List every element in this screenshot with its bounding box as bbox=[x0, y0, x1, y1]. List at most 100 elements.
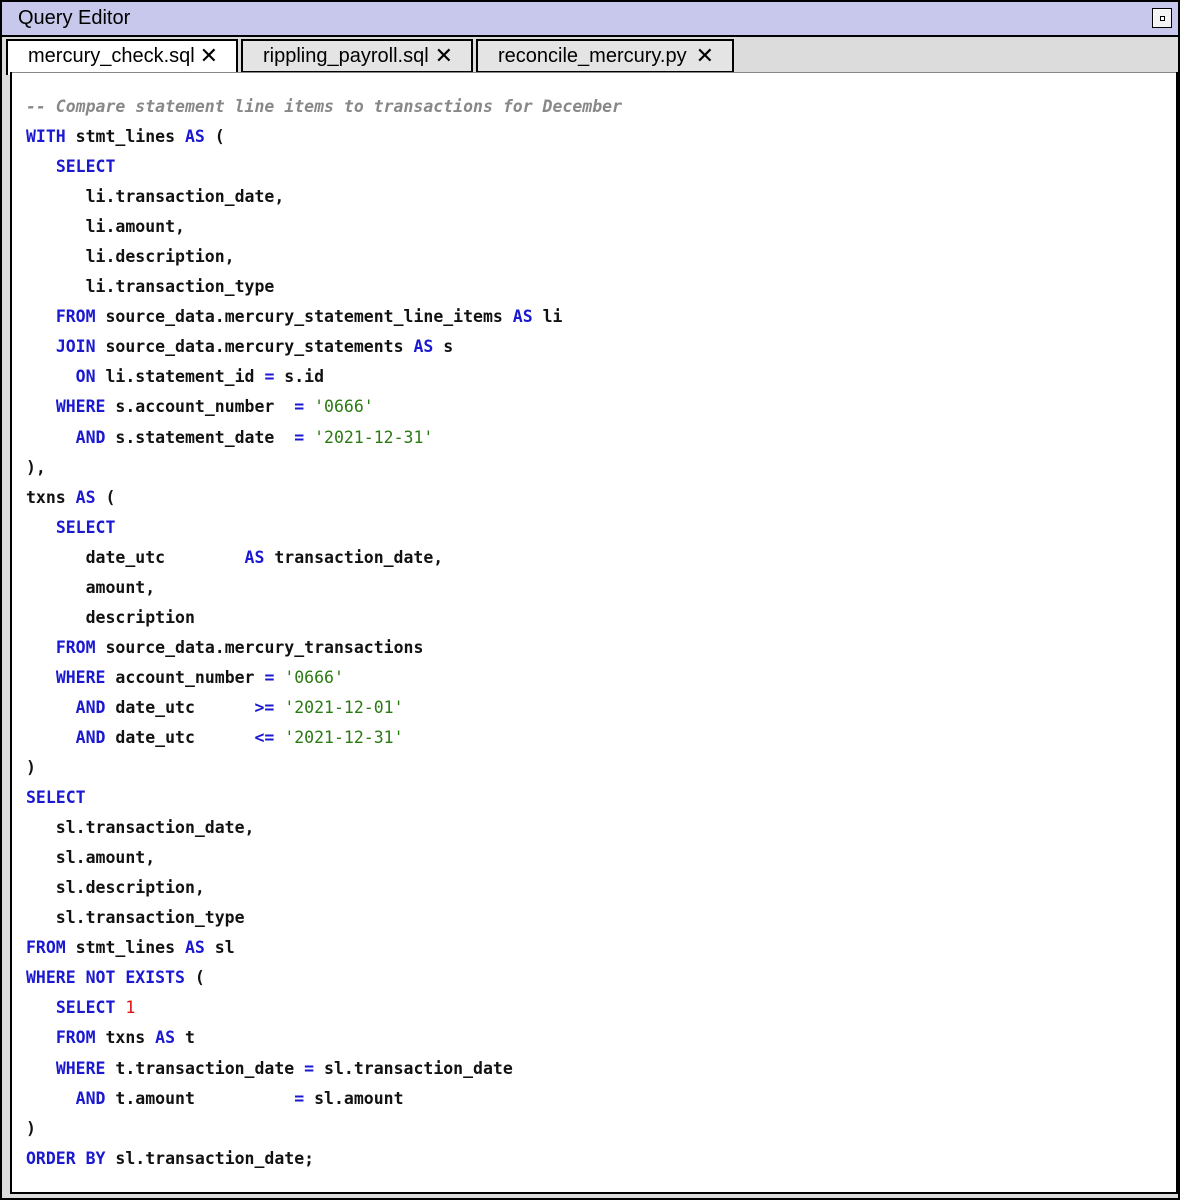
code-token: ) bbox=[26, 758, 36, 778]
code-token: '2021-12-31' bbox=[284, 727, 404, 747]
tab-reconcile-mercury[interactable]: reconcile_mercury.py ✕ bbox=[476, 39, 734, 73]
code-token: li bbox=[532, 307, 563, 327]
code-token: = bbox=[264, 367, 275, 387]
code-line: WHERE t.transaction_date = sl.transactio… bbox=[26, 1054, 1166, 1084]
tab-label: mercury_check.sql bbox=[28, 45, 195, 67]
code-token: sl.transaction_date bbox=[314, 1058, 513, 1078]
code-token: '2021-12-31' bbox=[314, 427, 434, 447]
code-token: AND bbox=[75, 697, 106, 717]
code-token: stmt_lines bbox=[65, 938, 185, 958]
tab-rippling-payroll[interactable]: rippling_payroll.sql ✕ bbox=[241, 39, 473, 73]
code-token: ) bbox=[26, 1118, 36, 1138]
code-line: amount, bbox=[26, 573, 1166, 603]
code-token: source_data.mercury_transactions bbox=[95, 637, 424, 657]
code-token: AS bbox=[184, 127, 205, 147]
close-icon[interactable]: ✕ bbox=[696, 41, 714, 71]
code-token: AS bbox=[155, 1028, 176, 1048]
tab-label: reconcile_mercury.py bbox=[498, 45, 687, 67]
code-token: sl.transaction_date; bbox=[105, 1148, 315, 1168]
code-token: WHERE bbox=[55, 1058, 106, 1078]
code-token: AND bbox=[75, 1088, 106, 1108]
code-token: t.transaction_date bbox=[105, 1058, 305, 1078]
code-token: '2021-12-01' bbox=[284, 697, 404, 717]
code-token: FROM bbox=[55, 637, 96, 657]
code-line: sl.amount, bbox=[26, 843, 1166, 873]
code-token: source_data.mercury_statement_line_items bbox=[95, 307, 513, 327]
code-token: AND bbox=[75, 727, 106, 747]
code-token: AS bbox=[512, 307, 533, 327]
code-token: date_utc bbox=[26, 547, 245, 567]
code-line: WITH stmt_lines AS ( bbox=[26, 122, 1166, 152]
tab-mercury-check[interactable]: mercury_check.sql ✕ bbox=[6, 39, 238, 75]
code-token: s.account_number bbox=[105, 397, 295, 417]
code-token: sl.transaction_type bbox=[26, 908, 245, 928]
code-token: ( bbox=[184, 968, 205, 988]
code-line: ORDER BY sl.transaction_date; bbox=[26, 1144, 1166, 1174]
code-token: date_utc bbox=[105, 727, 255, 747]
code-line: FROM source_data.mercury_transactions bbox=[26, 633, 1166, 663]
code-token: WITH bbox=[26, 127, 66, 147]
code-token: source_data.mercury_statements bbox=[95, 337, 414, 357]
code-token: ( bbox=[204, 127, 225, 147]
code-token: AND bbox=[75, 427, 106, 447]
code-line: FROM txns AS t bbox=[26, 1023, 1166, 1053]
code-line: -- Compare statement line items to trans… bbox=[26, 92, 1166, 122]
code-token: transaction_date, bbox=[264, 547, 444, 567]
code-line: sl.transaction_type bbox=[26, 903, 1166, 933]
code-token: t.amount bbox=[105, 1088, 295, 1108]
code-line: sl.description, bbox=[26, 873, 1166, 903]
code-line: WHERE NOT EXISTS ( bbox=[26, 963, 1166, 993]
code-line: description bbox=[26, 603, 1166, 633]
query-editor-window: Query Editor mercury_check.sql ✕ ripplin… bbox=[0, 0, 1180, 1200]
code-token: description bbox=[26, 607, 195, 627]
zoom-box-icon[interactable] bbox=[1152, 8, 1172, 28]
code-editor[interactable]: -- Compare statement line items to trans… bbox=[10, 72, 1178, 1194]
code-line: WHERE s.account_number = '0666' bbox=[26, 392, 1166, 422]
code-line: ON li.statement_id = s.id bbox=[26, 362, 1166, 392]
code-content[interactable]: -- Compare statement line items to trans… bbox=[26, 92, 1166, 1174]
code-line: ) bbox=[26, 1114, 1166, 1144]
code-line: SELECT bbox=[26, 783, 1166, 813]
code-line: AND s.statement_date = '2021-12-31' bbox=[26, 423, 1166, 453]
code-token: WHERE bbox=[55, 667, 106, 687]
code-line: AND t.amount = sl.amount bbox=[26, 1084, 1166, 1114]
code-token: ON bbox=[75, 367, 96, 387]
tab-label: rippling_payroll.sql bbox=[263, 45, 429, 67]
code-token: li.amount, bbox=[26, 217, 185, 237]
close-icon[interactable]: ✕ bbox=[435, 41, 453, 71]
code-token: li.description, bbox=[26, 247, 235, 267]
code-line: WHERE account_number = '0666' bbox=[26, 663, 1166, 693]
code-token: <= bbox=[254, 727, 275, 747]
code-token: stmt_lines bbox=[65, 127, 185, 147]
code-line: li.amount, bbox=[26, 212, 1166, 242]
code-token: = bbox=[294, 1088, 305, 1108]
code-token: >= bbox=[254, 697, 275, 717]
code-token: = bbox=[304, 1058, 315, 1078]
code-token: s.id bbox=[274, 367, 325, 387]
code-token: sl.transaction_date, bbox=[26, 818, 255, 838]
code-token: t bbox=[175, 1028, 195, 1048]
title-bar[interactable]: Query Editor bbox=[2, 2, 1178, 37]
code-line: AND date_utc <= '2021-12-31' bbox=[26, 723, 1166, 753]
code-token: SELECT bbox=[55, 517, 116, 537]
close-icon[interactable]: ✕ bbox=[200, 41, 218, 71]
code-token: FROM bbox=[55, 1028, 96, 1048]
tab-bar: mercury_check.sql ✕ rippling_payroll.sql… bbox=[2, 37, 1178, 75]
code-token: AS bbox=[75, 487, 96, 507]
code-token: sl bbox=[204, 938, 235, 958]
